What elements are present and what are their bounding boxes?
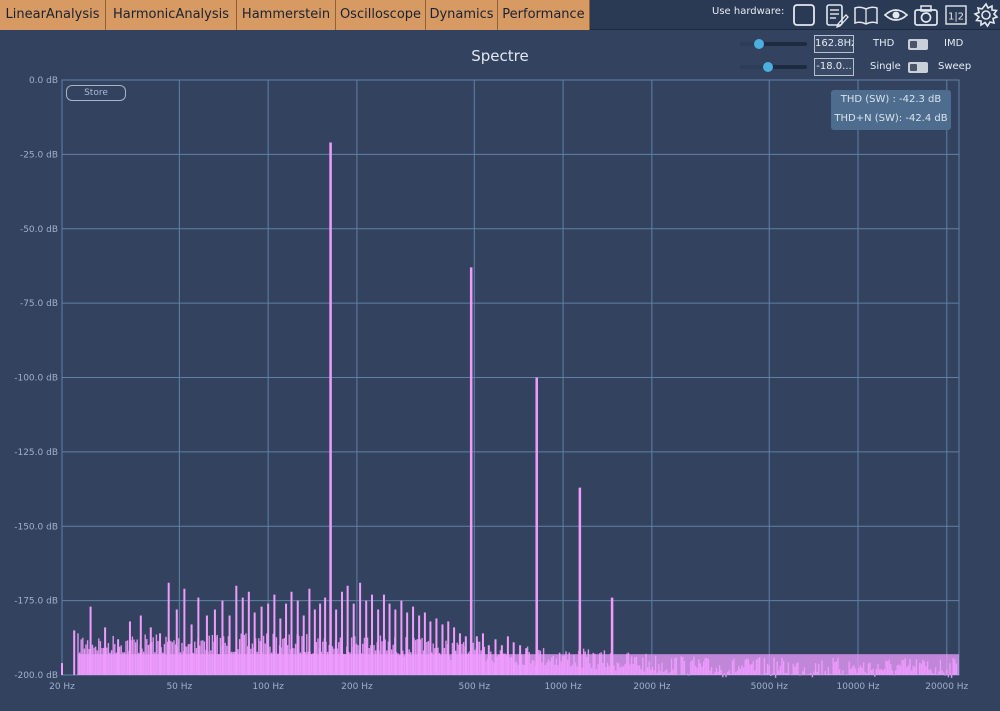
imd-mode-label: IMD <box>944 38 964 49</box>
tab-bar: LinearAnalysis HarmonicAnalysis Hammerst… <box>0 0 1000 30</box>
y-tick-label: 0.0 dB <box>29 76 58 86</box>
thd-mode-label: THD <box>873 38 895 49</box>
x-tick-label: 500 Hz <box>459 682 491 692</box>
y-tick-label: -25.0 dB <box>20 150 58 160</box>
y-tick-label: -175.0 dB <box>14 597 58 607</box>
thd-readout: THD (SW) : -42.3 dB <box>840 94 942 105</box>
y-tick-label: -200.0 dB <box>14 671 58 681</box>
y-tick-label: -150.0 dB <box>14 522 58 532</box>
x-tick-label: 100 Hz <box>252 682 284 692</box>
use-hardware-label: Use hardware: <box>712 6 785 17</box>
x-tick-label: 1000 Hz <box>544 682 582 692</box>
gear-icon[interactable] <box>973 2 999 28</box>
split-view-text: 1|2 <box>948 12 964 23</box>
y-tick-label: -125.0 dB <box>14 448 58 458</box>
book-icon[interactable] <box>853 2 879 28</box>
thdn-readout: THD+N (SW): -42.4 dB <box>834 113 948 124</box>
camera-icon[interactable] <box>913 2 939 28</box>
y-tick-label: -50.0 dB <box>20 225 58 235</box>
split-view-icon[interactable]: 1|2 <box>943 2 969 28</box>
x-tick-label: 2000 Hz <box>633 682 671 692</box>
noise-floor-band <box>78 654 959 675</box>
level-value-field[interactable]: -18.0... <box>814 58 854 76</box>
tab-performance[interactable]: Performance <box>498 0 590 30</box>
distortion-readout: THD (SW) : -42.3 dB THD+N (SW): -42.4 dB <box>831 90 951 130</box>
notes-icon[interactable] <box>823 2 849 29</box>
tab-linear-analysis[interactable]: LinearAnalysis <box>0 0 106 30</box>
single-mode-label: Single <box>870 61 901 72</box>
thd-imd-toggle[interactable] <box>908 39 928 50</box>
x-tick-label: 5000 Hz <box>751 682 789 692</box>
x-tick-label: 20 Hz <box>49 682 75 692</box>
level-slider[interactable] <box>740 60 807 74</box>
sweep-mode-label: Sweep <box>938 61 972 72</box>
tab-hammerstein[interactable]: Hammerstein <box>237 0 336 30</box>
tab-oscilloscope[interactable]: Oscilloscope <box>336 0 426 30</box>
tab-dynamics[interactable]: Dynamics <box>426 0 498 30</box>
x-tick-label: 200 Hz <box>341 682 373 692</box>
single-sweep-toggle[interactable] <box>908 62 928 73</box>
frequency-slider[interactable] <box>740 37 807 51</box>
level-slider-knob[interactable] <box>763 62 774 72</box>
x-tick-label: 50 Hz <box>166 682 192 692</box>
frequency-slider-knob[interactable] <box>753 39 764 49</box>
chart-title: Spectre <box>471 47 529 65</box>
y-tick-label: -100.0 dB <box>14 374 58 384</box>
harmonic-analysis-panel: 0.0 dB -25.0 dB -50.0 dB -75.0 dB -100.0 dB -… <box>0 31 1000 711</box>
eye-icon[interactable] <box>883 2 909 28</box>
tab-harmonic-analysis[interactable]: HarmonicAnalysis <box>106 0 237 30</box>
checkbox-icon[interactable] <box>791 2 817 28</box>
y-tick-label: -75.0 dB <box>20 299 58 309</box>
store-button[interactable]: Store <box>66 85 126 101</box>
x-tick-label: 20000 Hz <box>925 682 968 692</box>
frequency-value-field[interactable]: 162.8Hz <box>814 35 854 53</box>
x-tick-label: 10000 Hz <box>837 682 880 692</box>
spectrum-plot: 0.0 dB -25.0 dB -50.0 dB -75.0 dB -100.0 dB -… <box>14 76 968 692</box>
